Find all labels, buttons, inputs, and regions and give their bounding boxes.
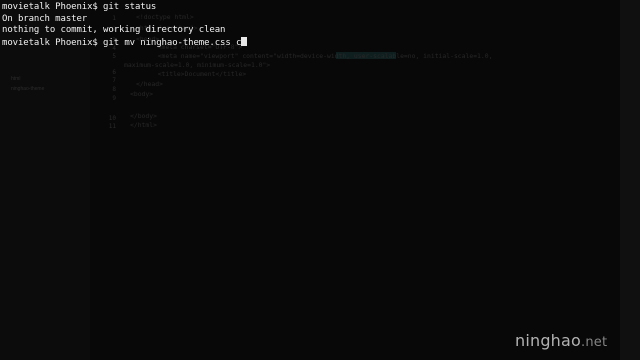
line-number: 11 (108, 123, 116, 130)
line-number: 7 (112, 77, 116, 84)
code-line: <!doctype html> (136, 13, 194, 21)
line-number: 8 (112, 86, 116, 93)
line-number: 1 (112, 15, 116, 22)
line-number: 6 (112, 69, 116, 76)
code-line: maximum-scale=1.0, minimum-scale=1.0"> (124, 61, 271, 69)
text-cursor (241, 37, 248, 46)
line-number: 5 (112, 53, 116, 60)
editor-scrollbar[interactable] (620, 0, 640, 360)
terminal-line: On branch master (2, 14, 88, 24)
terminal-line: movietalk Phoenix$ git status (2, 2, 157, 12)
editor-sidebar: html ninghao-theme (0, 0, 90, 360)
watermark-name: ninghao (515, 331, 582, 350)
code-line: <body> (130, 90, 154, 98)
code-line: </html> (130, 121, 157, 129)
ninghao-watermark-logo: ninghao.net (515, 331, 607, 350)
line-number: 9 (112, 95, 116, 102)
sidebar-item-ninghao-theme[interactable]: ninghao-theme (11, 86, 44, 92)
code-line: </head> (136, 80, 163, 88)
terminal-command-line[interactable]: movietalk Phoenix$ git mv ninghao-theme.… (2, 37, 248, 49)
code-line: </body> (130, 112, 157, 120)
code-line: <title>Document</title> (150, 70, 247, 78)
screen: html ninghao-theme 1 2 3 4 5 6 7 8 9 10 … (0, 0, 640, 360)
sidebar-item-html[interactable]: html (11, 76, 20, 82)
line-number: 10 (108, 115, 116, 122)
watermark-tld: .net (581, 335, 608, 350)
terminal-command-text[interactable]: movietalk Phoenix$ git mv ninghao-theme.… (2, 38, 241, 48)
code-line: <meta name="viewport" content="width=dev… (150, 52, 493, 60)
terminal-line: nothing to commit, working directory cle… (2, 25, 226, 35)
